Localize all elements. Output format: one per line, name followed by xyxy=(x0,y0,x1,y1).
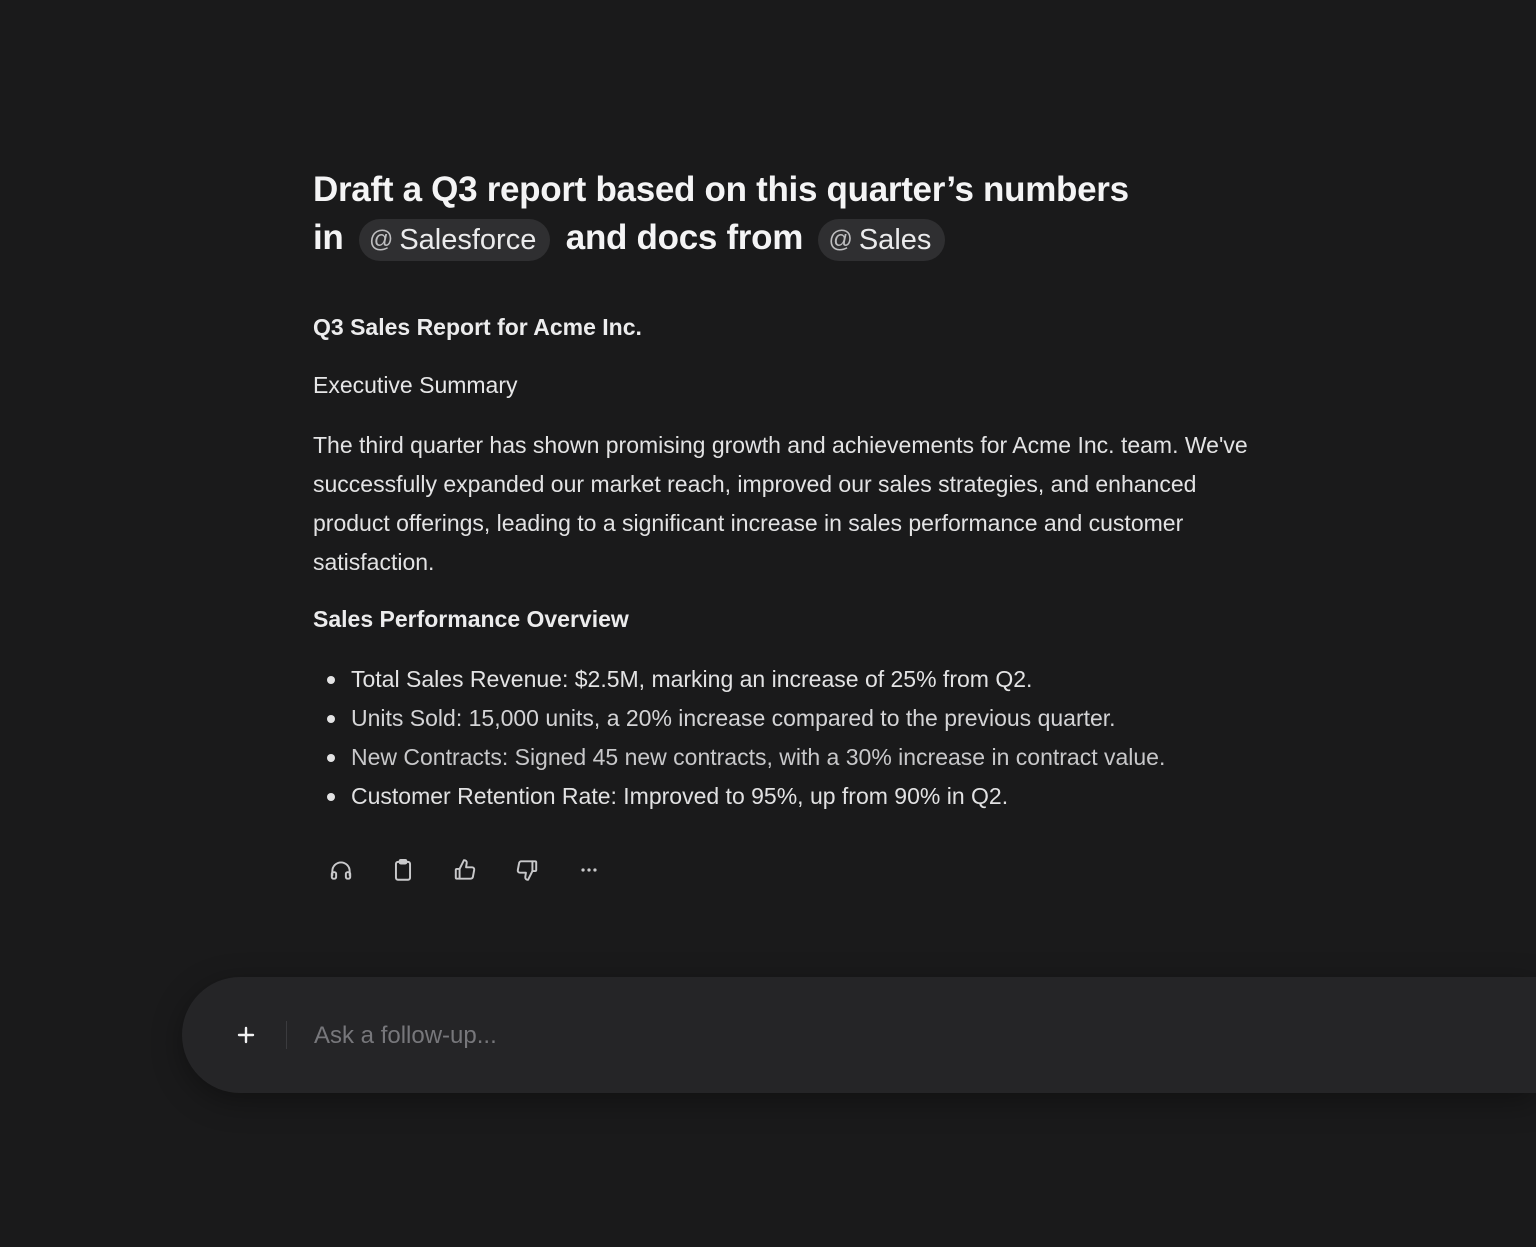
bullet-dot xyxy=(327,715,335,723)
prompt-middle: and docs from xyxy=(565,218,804,257)
mention-sales[interactable]: @ Sales xyxy=(818,219,946,261)
performance-list: Total Sales Revenue: $2.5M, marking an i… xyxy=(313,660,1273,816)
mention-label: Sales xyxy=(858,224,932,256)
mention-salesforce[interactable]: @ Salesforce xyxy=(358,219,551,261)
prompt-line-2: in @ Salesforce and docs from @ Sales xyxy=(313,214,1273,262)
report-title: Q3 Sales Report for Acme Inc. xyxy=(313,314,642,340)
clipboard-icon xyxy=(394,859,412,881)
user-prompt: Draft a Q3 report based on this quarter’… xyxy=(313,166,1273,262)
thumbs-down-button[interactable] xyxy=(509,852,545,888)
follow-up-composer xyxy=(182,977,1536,1093)
add-attachment-button[interactable] xyxy=(226,1015,266,1055)
composer-divider xyxy=(286,1021,287,1049)
bullet-dot xyxy=(327,793,335,801)
plus-icon xyxy=(237,1026,255,1044)
follow-up-input[interactable] xyxy=(312,1007,1416,1065)
sales-performance-heading: Sales Performance Overview xyxy=(313,606,629,632)
prompt-prefix: in xyxy=(313,218,344,257)
list-item-text: Customer Retention Rate: Improved to 95%… xyxy=(351,783,1009,809)
list-item-text: Units Sold: 15,000 units, a 20% increase… xyxy=(351,705,1116,731)
bullet-dot xyxy=(327,754,335,762)
list-item: Customer Retention Rate: Improved to 95%… xyxy=(313,777,1273,816)
executive-summary-heading: Executive Summary xyxy=(313,372,518,398)
copy-button[interactable] xyxy=(385,852,421,888)
thumbs-up-icon xyxy=(454,859,476,880)
conversation: Draft a Q3 report based on this quarter’… xyxy=(313,166,1273,816)
list-item: New Contracts: Signed 45 new contracts, … xyxy=(313,738,1273,777)
more-icon xyxy=(581,868,597,872)
list-item-text: Total Sales Revenue: $2.5M, marking an i… xyxy=(351,666,1033,692)
list-item: Total Sales Revenue: $2.5M, marking an i… xyxy=(313,660,1273,699)
mention-label: Salesforce xyxy=(399,224,537,256)
at-symbol: @ xyxy=(368,226,394,253)
bullet-dot xyxy=(327,676,335,684)
list-item-text: New Contracts: Signed 45 new contracts, … xyxy=(351,744,1166,770)
listen-button[interactable] xyxy=(323,852,359,888)
more-options-button[interactable] xyxy=(571,852,607,888)
at-symbol: @ xyxy=(828,226,853,253)
headphones-icon xyxy=(330,861,352,880)
chat-page: Draft a Q3 report based on this quarter’… xyxy=(0,0,1536,1247)
prompt-line-1: Draft a Q3 report based on this quarter’… xyxy=(313,170,1129,209)
list-item: Units Sold: 15,000 units, a 20% increase… xyxy=(313,699,1273,738)
response-actions xyxy=(323,852,633,888)
thumbs-up-button[interactable] xyxy=(447,852,483,888)
thumbs-down-icon xyxy=(516,860,538,881)
executive-summary-text: The third quarter has shown promising gr… xyxy=(313,432,1248,575)
